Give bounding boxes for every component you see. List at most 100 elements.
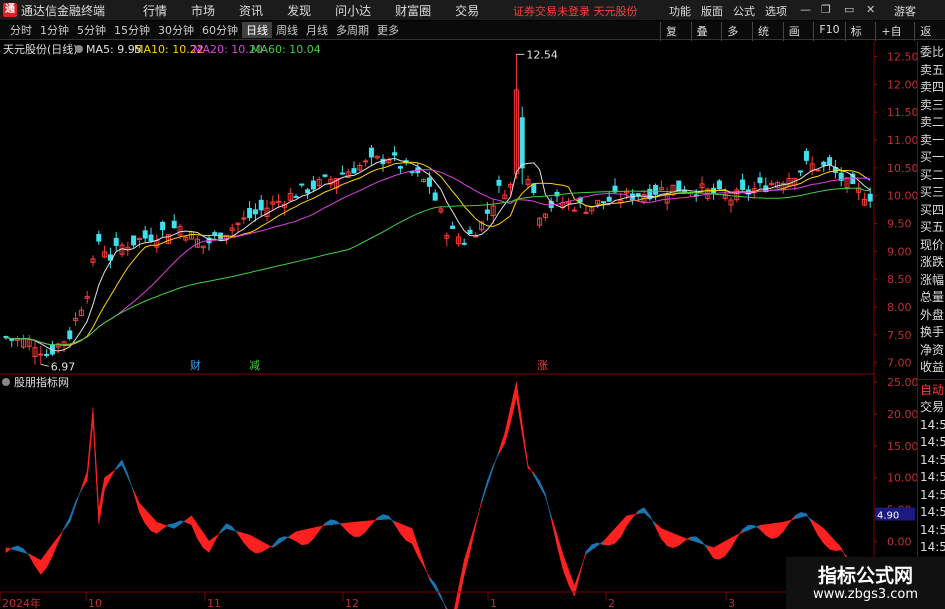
tick-time: 14:55 (920, 417, 945, 432)
restore-icon[interactable]: ❐ (821, 3, 831, 16)
price-tick-label: 9.50 (887, 218, 912, 231)
candle-body (867, 193, 873, 202)
candle-body (803, 151, 809, 161)
period-tab[interactable]: 分时 (6, 22, 36, 38)
period-tab[interactable]: 更多 (373, 22, 403, 38)
candle-body (467, 229, 473, 234)
candle-body (339, 172, 345, 175)
quote-label: 外盘 (920, 307, 945, 322)
period-tab[interactable]: 15分钟 (110, 22, 154, 38)
quote-label: 总量 (920, 290, 945, 304)
price-tick-label: 10.50 (887, 162, 917, 175)
candle-body (798, 170, 804, 173)
tick-time: 14:56 (920, 522, 945, 537)
period-tab[interactable]: 60分钟 (198, 22, 242, 38)
period-tab[interactable]: 1分钟 (36, 22, 73, 38)
login-warning[interactable]: 证券交易未登录 天元股份 (513, 3, 638, 19)
menu-assistant[interactable]: 问小达 (323, 2, 383, 19)
time-label: 11 (207, 597, 221, 609)
tick-time: 14:56 (920, 487, 945, 502)
indicator-name: 股朋指标网 (14, 375, 69, 389)
menu-trade[interactable]: 交易 (443, 2, 491, 19)
time-label: 2 (608, 597, 615, 609)
candle-body (821, 161, 827, 166)
fullscreen-icon[interactable]: ▭ (844, 3, 854, 16)
menu-discover[interactable]: 发现 (275, 2, 323, 19)
tick-time: 14:56 (920, 470, 945, 484)
price-tick-label: 7.00 (887, 357, 912, 370)
quote-label: 现价 (920, 237, 945, 252)
chart-area[interactable]: 天元股份(日线) MA5: 9.95MA10: 10.22MA20: 10.20M… (0, 41, 917, 609)
menu-quotes[interactable]: 行情 (131, 2, 179, 19)
tick-time: 14:56 (920, 540, 945, 554)
quote-label: 买三 (920, 185, 945, 199)
candle-body (461, 242, 467, 245)
quote-panel: 委比 卖五 卖四 卖三 卖二 卖一 买一 买二 买三 买四 买五 现价 涨跌 涨幅 总量 外盘 换手 净资 收益 自动… (917, 41, 945, 609)
tick-time: 14:55 (920, 435, 945, 449)
candle-body (44, 353, 50, 356)
indicator-tick-label: 20.00 (887, 408, 917, 421)
candle-body (432, 192, 438, 201)
menu-layout[interactable]: 版面 (696, 3, 728, 19)
price-tick-label: 7.50 (887, 329, 912, 342)
trade-label[interactable]: 自动 (918, 382, 945, 400)
price-tick-label: 11.00 (887, 134, 917, 147)
menu-formula[interactable]: 公式 (728, 3, 760, 19)
candle-body (606, 196, 612, 202)
quote-label: 卖三 (920, 97, 945, 112)
price-tick-label: 9.00 (887, 245, 912, 258)
time-label: 10 (88, 597, 102, 609)
period-toolbar: 分时1分钟5分钟15分钟30分钟60分钟日线周线月线多周期更多 复权叠加多股统计… (0, 21, 945, 56)
quote-label: 买二 (920, 167, 945, 182)
indicator-band (771, 522, 778, 539)
menu-market[interactable]: 市场 (179, 2, 227, 19)
candle-body (740, 179, 746, 190)
candle-body (676, 180, 682, 192)
quote-label: 买四 (920, 202, 945, 217)
candle-body (96, 233, 102, 242)
period-tab[interactable]: 5分钟 (73, 22, 110, 38)
price-tick-label: 8.50 (887, 273, 912, 286)
indicator-tick-label: 0.00 (887, 535, 912, 548)
candle-body (293, 196, 299, 199)
minimize-icon[interactable]: — (800, 3, 811, 16)
period-tab[interactable]: 多周期 (332, 22, 373, 38)
time-label: 2024年 (2, 596, 41, 609)
candle-body (9, 338, 15, 341)
indicator-band (672, 532, 680, 549)
menu-options[interactable]: 选项 (760, 3, 792, 19)
indicator-tick-label: 10.00 (887, 472, 917, 485)
candle-body (815, 169, 821, 172)
time-label: 12 (345, 597, 359, 609)
candle-body (148, 234, 154, 242)
menu-wealth[interactable]: 财富圈 (383, 2, 443, 19)
guest-user[interactable]: 游客 (894, 3, 916, 19)
candle-body (299, 183, 305, 186)
trade-label[interactable]: 交易 (918, 399, 945, 417)
menu-news[interactable]: 资讯 (227, 2, 275, 19)
quote-label: 买五 (920, 220, 945, 234)
quote-label: 卖五 (920, 62, 945, 77)
period-tab[interactable]: 日线 (242, 22, 272, 38)
app-logo-icon: 通 (3, 3, 17, 17)
close-icon[interactable]: ✕ (866, 3, 875, 16)
candle-body (571, 209, 577, 212)
quote-label: 涨跌 (920, 255, 945, 269)
quote-label: 净资 (920, 342, 945, 357)
indicator-band (353, 521, 361, 537)
period-tab[interactable]: 周线 (272, 22, 302, 38)
candle-body (827, 157, 833, 166)
time-label: 3 (728, 597, 735, 609)
main-menu: 行情 市场 资讯 发现 问小达 财富圈 交易 (131, 2, 491, 19)
event-mark: 涨 (537, 359, 548, 372)
menu-functions[interactable]: 功能 (664, 3, 696, 19)
period-tab[interactable]: 月线 (302, 22, 332, 38)
watermark-title: 指标公式网 (817, 565, 913, 587)
stock-label: 天元股份(日线) (3, 42, 78, 56)
current-value: 4.90 (877, 511, 899, 522)
ma-legend: MA60: 10.04 (251, 43, 321, 56)
period-tab[interactable]: 30分钟 (154, 22, 198, 38)
candle-body (322, 174, 328, 177)
time-label: 1 (490, 597, 497, 609)
candle-body (310, 180, 316, 190)
